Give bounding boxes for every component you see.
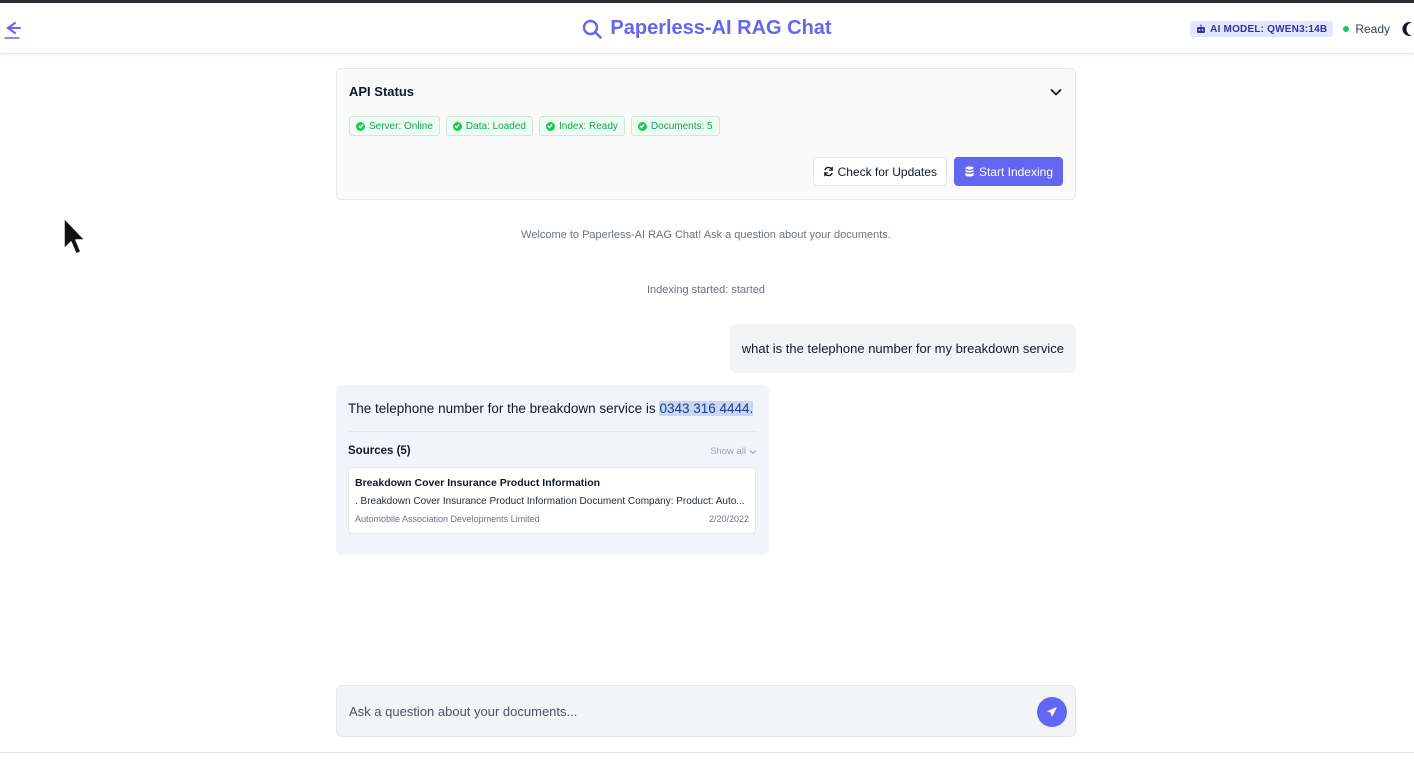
- welcome-message: Welcome to Paperless-AI RAG Chat! Ask a …: [521, 229, 891, 241]
- status-badges: Server: Online Data: Loaded Index: Ready…: [349, 116, 720, 136]
- source-company: Automobile Association Developments Limi…: [355, 514, 540, 524]
- status-badge-documents: Documents: 5: [630, 116, 720, 136]
- status-badge-label: Data: Loaded: [465, 120, 526, 132]
- moon-icon: [1402, 22, 1412, 36]
- status-badge-label: Server: Online: [369, 120, 433, 132]
- start-indexing-label: Start Indexing: [978, 164, 1053, 179]
- api-actions: Check for Updates Start Indexing: [812, 157, 1063, 186]
- chevron-down-icon: [1050, 89, 1062, 96]
- assistant-message: The telephone number for the breakdown s…: [336, 385, 769, 555]
- status-dot: [1343, 26, 1350, 32]
- check-circle-icon: [452, 121, 462, 131]
- source-snippet: . Breakdown Cover Insurance Product Info…: [355, 496, 745, 507]
- start-indexing-button[interactable]: Start Indexing: [953, 157, 1063, 186]
- collapse-toggle[interactable]: [1049, 85, 1063, 99]
- highlighted-phone-number: 0343 316 4444.: [659, 401, 754, 416]
- check-circle-icon: [637, 121, 647, 131]
- source-card[interactable]: Breakdown Cover Insurance Product Inform…: [348, 467, 756, 534]
- status-badge-label: Index: Ready: [558, 120, 618, 132]
- search-icon: [583, 19, 603, 39]
- app-header: Paperless-AI RAG Chat AI MODEL: QWEN3:14…: [0, 3, 1414, 54]
- user-message: what is the telephone number for my brea…: [729, 324, 1076, 373]
- status-text: Ready: [1355, 22, 1390, 36]
- paper-plane-icon: [1047, 707, 1057, 717]
- refresh-icon: [823, 166, 833, 177]
- check-updates-button[interactable]: Check for Updates: [812, 157, 947, 186]
- status-indicator: Ready: [1343, 22, 1390, 36]
- status-badge-index: Index: Ready: [538, 116, 625, 136]
- status-badge-server: Server: Online: [349, 116, 440, 136]
- api-status-title: API Status: [349, 84, 415, 99]
- assistant-message-text: The telephone number for the breakdown s…: [348, 401, 754, 416]
- message-divider: [348, 431, 757, 432]
- send-button[interactable]: [1037, 697, 1067, 727]
- show-all-button[interactable]: Show all: [710, 446, 757, 457]
- api-status-card: API Status Server: Online Data: Loaded I…: [336, 68, 1076, 200]
- status-badge-label: Documents: 5: [650, 120, 713, 132]
- source-title: Breakdown Cover Insurance Product Inform…: [355, 477, 601, 489]
- sources-label: Sources (5): [348, 445, 411, 457]
- page-title-text: Paperless-AI RAG Chat: [610, 17, 832, 39]
- footer-divider: [0, 752, 1414, 753]
- chat-input-bar: [336, 685, 1076, 737]
- mouse-cursor-icon: [63, 217, 86, 255]
- show-all-label: Show all: [710, 446, 746, 457]
- model-badge-text: AI MODEL: QWEN3:14B: [1210, 23, 1328, 35]
- source-date: 2/20/2022: [708, 514, 749, 524]
- chevron-down-icon: [749, 449, 757, 454]
- indexing-message: Indexing started: started: [646, 284, 765, 296]
- check-circle-icon: [545, 121, 555, 131]
- theme-toggle[interactable]: [1400, 21, 1414, 37]
- header-right: AI MODEL: QWEN3:14B Ready: [1190, 18, 1414, 40]
- question-input[interactable]: [337, 686, 1027, 736]
- check-circle-icon: [356, 121, 365, 131]
- model-badge: AI MODEL: QWEN3:14B: [1190, 21, 1334, 37]
- robot-icon: [1197, 24, 1206, 33]
- status-badge-data: Data: Loaded: [445, 116, 533, 136]
- assistant-answer-prefix: The telephone number for the breakdown s…: [348, 401, 660, 416]
- user-message-text: what is the telephone number for my brea…: [741, 341, 1064, 356]
- database-icon: [965, 166, 974, 177]
- check-updates-label: Check for Updates: [837, 164, 937, 179]
